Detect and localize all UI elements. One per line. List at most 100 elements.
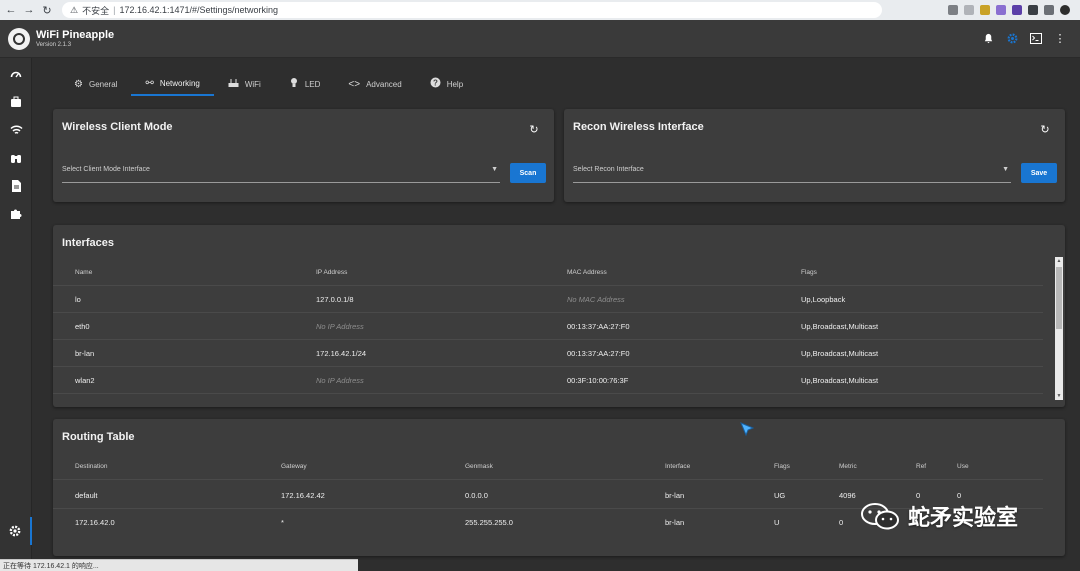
nav-rail	[0, 58, 32, 571]
column-header: Metric	[839, 463, 857, 470]
app-title: WiFi Pineapple	[36, 28, 115, 41]
route-gateway: *	[281, 518, 284, 527]
gear-icon: ⚙	[74, 78, 83, 90]
wifi-icon[interactable]	[0, 116, 32, 144]
tab-label: General	[88, 79, 118, 89]
wechat-logo-icon	[861, 503, 899, 530]
help-icon: ?	[430, 77, 441, 91]
star-icon[interactable]	[980, 5, 990, 15]
watermark: 蛇矛实验室	[860, 500, 1018, 532]
route-destination: 172.16.42.0	[75, 518, 115, 527]
scroll-up-icon[interactable]: ▲	[1055, 257, 1063, 265]
address-bar[interactable]: ⚠ 不安全 | 172.16.42.1:1471/#/Settings/netw…	[62, 2, 882, 18]
forward-icon[interactable]: →	[22, 3, 36, 17]
refresh-icon[interactable]: ↻	[1039, 123, 1051, 136]
settings-gear-icon[interactable]	[1006, 33, 1018, 45]
dashboard-icon[interactable]	[0, 60, 32, 88]
recon-binoculars-icon[interactable]	[0, 144, 32, 172]
client-mode-select[interactable]: Select Client Mode Interface ▼	[62, 157, 500, 183]
iface-flags: Up,Broadcast,Multicast	[801, 322, 879, 331]
interfaces-scrollbar[interactable]: ▲ ▼	[1055, 257, 1063, 400]
profile-avatar[interactable]	[1060, 5, 1070, 15]
header-actions: ⋮	[982, 33, 1080, 45]
iface-mac: 00:3F:10:00:76:3F	[567, 376, 629, 385]
back-icon[interactable]: ←	[4, 3, 18, 17]
tab-advanced[interactable]: <> Advanced	[334, 72, 415, 96]
client-mode-select-label: Select Client Mode Interface	[62, 166, 150, 173]
iface-name: wlan2	[75, 376, 95, 385]
column-header: Destination	[75, 463, 108, 470]
logs-document-icon[interactable]	[0, 172, 32, 200]
route-genmask: 255.255.255.0	[465, 518, 513, 527]
tab-wifi[interactable]: WiFi	[214, 72, 275, 96]
url-text: 172.16.42.1:1471/#/Settings/networking	[119, 5, 279, 15]
iface-ip: 172.16.42.1/24	[316, 349, 367, 358]
iface-name: br-lan	[75, 349, 95, 358]
recon-select[interactable]: Select Recon Interface ▼	[573, 157, 1011, 183]
network-icon: ⚯	[145, 77, 154, 89]
tab-led[interactable]: LED	[275, 72, 335, 96]
iface-mac: No MAC Address	[567, 295, 625, 304]
client-mode-title: Wireless Client Mode	[62, 121, 173, 133]
iface-ip: No IP Address	[316, 376, 364, 385]
route-metric: 0	[839, 518, 844, 527]
tab-networking[interactable]: ⚯ Networking	[131, 72, 214, 96]
warning-icon: ⚠	[70, 4, 79, 15]
iface-flags: Up,Broadcast,Multicast	[801, 349, 879, 358]
column-header: Gateway	[281, 463, 307, 470]
tab-help[interactable]: ? Help	[416, 72, 477, 96]
iface-ip: No IP Address	[316, 322, 364, 331]
scan-button[interactable]: Scan	[510, 163, 546, 183]
settings-rail-icon[interactable]	[0, 517, 32, 545]
iface-flags: Up,Broadcast,Multicast	[801, 376, 879, 385]
client-mode-card: Wireless Client Mode ↻ Select Client Mod…	[53, 109, 554, 202]
scroll-thumb[interactable]	[1056, 267, 1062, 329]
brand: WiFi Pineapple Version 2.1.3	[36, 28, 115, 48]
tab-label: WiFi	[244, 79, 261, 89]
column-header: Name	[75, 269, 93, 276]
more-vert-icon[interactable]: ⋮	[1054, 33, 1066, 45]
interfaces-card: Interfaces Name IP Address MAC Address F…	[53, 225, 1065, 407]
modules-puzzle-icon[interactable]	[0, 200, 32, 228]
campaigns-icon[interactable]	[0, 88, 32, 116]
puzzle-icon[interactable]	[1028, 5, 1038, 15]
mouse-cursor-icon	[740, 422, 754, 436]
router-icon	[228, 78, 239, 91]
pineapple-logo	[8, 27, 30, 50]
iface-name: lo	[75, 295, 81, 304]
iface-flags: Up,Loopback	[801, 295, 846, 304]
bell-icon[interactable]	[982, 33, 994, 45]
interfaces-title: Interfaces	[62, 237, 114, 249]
reload-icon[interactable]: ↻	[40, 3, 54, 17]
tab-label: Advanced	[366, 79, 402, 89]
security-label: 不安全	[82, 5, 110, 16]
column-header: IP Address	[316, 269, 348, 276]
key-icon[interactable]	[948, 5, 958, 15]
scroll-down-icon[interactable]: ▼	[1055, 392, 1063, 400]
extension-badge-icon[interactable]	[1012, 5, 1022, 15]
refresh-icon[interactable]: ↻	[528, 123, 540, 136]
tab-general[interactable]: ⚙ General	[60, 72, 131, 96]
app-version: Version 2.1.3	[36, 41, 72, 48]
table-row[interactable]: eth0 No IP Address 00:13:37:AA:27:F0 Up,…	[53, 313, 1043, 340]
terminal-icon[interactable]	[1030, 33, 1042, 45]
table-row[interactable]: wlan2 No IP Address 00:3F:10:00:76:3F Up…	[53, 367, 1043, 394]
column-header: Flags	[774, 463, 790, 470]
routing-title: Routing Table	[62, 431, 135, 443]
tab-label: Networking	[159, 78, 200, 88]
route-flags: U	[774, 518, 780, 527]
table-row[interactable]: lo 127.0.0.1/8 No MAC Address Up,Loopbac…	[53, 286, 1043, 313]
column-header: Genmask	[465, 463, 493, 470]
dropdown-caret-icon: ▼	[1002, 166, 1009, 173]
share-icon[interactable]	[964, 5, 974, 15]
save-button[interactable]: Save	[1021, 163, 1057, 183]
tab-label: LED	[304, 79, 321, 89]
extension-icon[interactable]	[996, 5, 1006, 15]
browser-toolbar: ← → ↻ ⚠ 不安全 | 172.16.42.1:1471/#/Setting…	[0, 0, 1080, 20]
route-destination: default	[75, 491, 98, 500]
iface-mac: 00:13:37:AA:27:F0	[567, 349, 630, 358]
table-row[interactable]: br-lan 172.16.42.1/24 00:13:37:AA:27:F0 …	[53, 340, 1043, 367]
settings-tabs: ⚙ General ⚯ Networking WiFi LED <> Advan…	[60, 72, 477, 96]
menu-icon[interactable]	[1044, 5, 1054, 15]
route-genmask: 0.0.0.0	[465, 491, 488, 500]
